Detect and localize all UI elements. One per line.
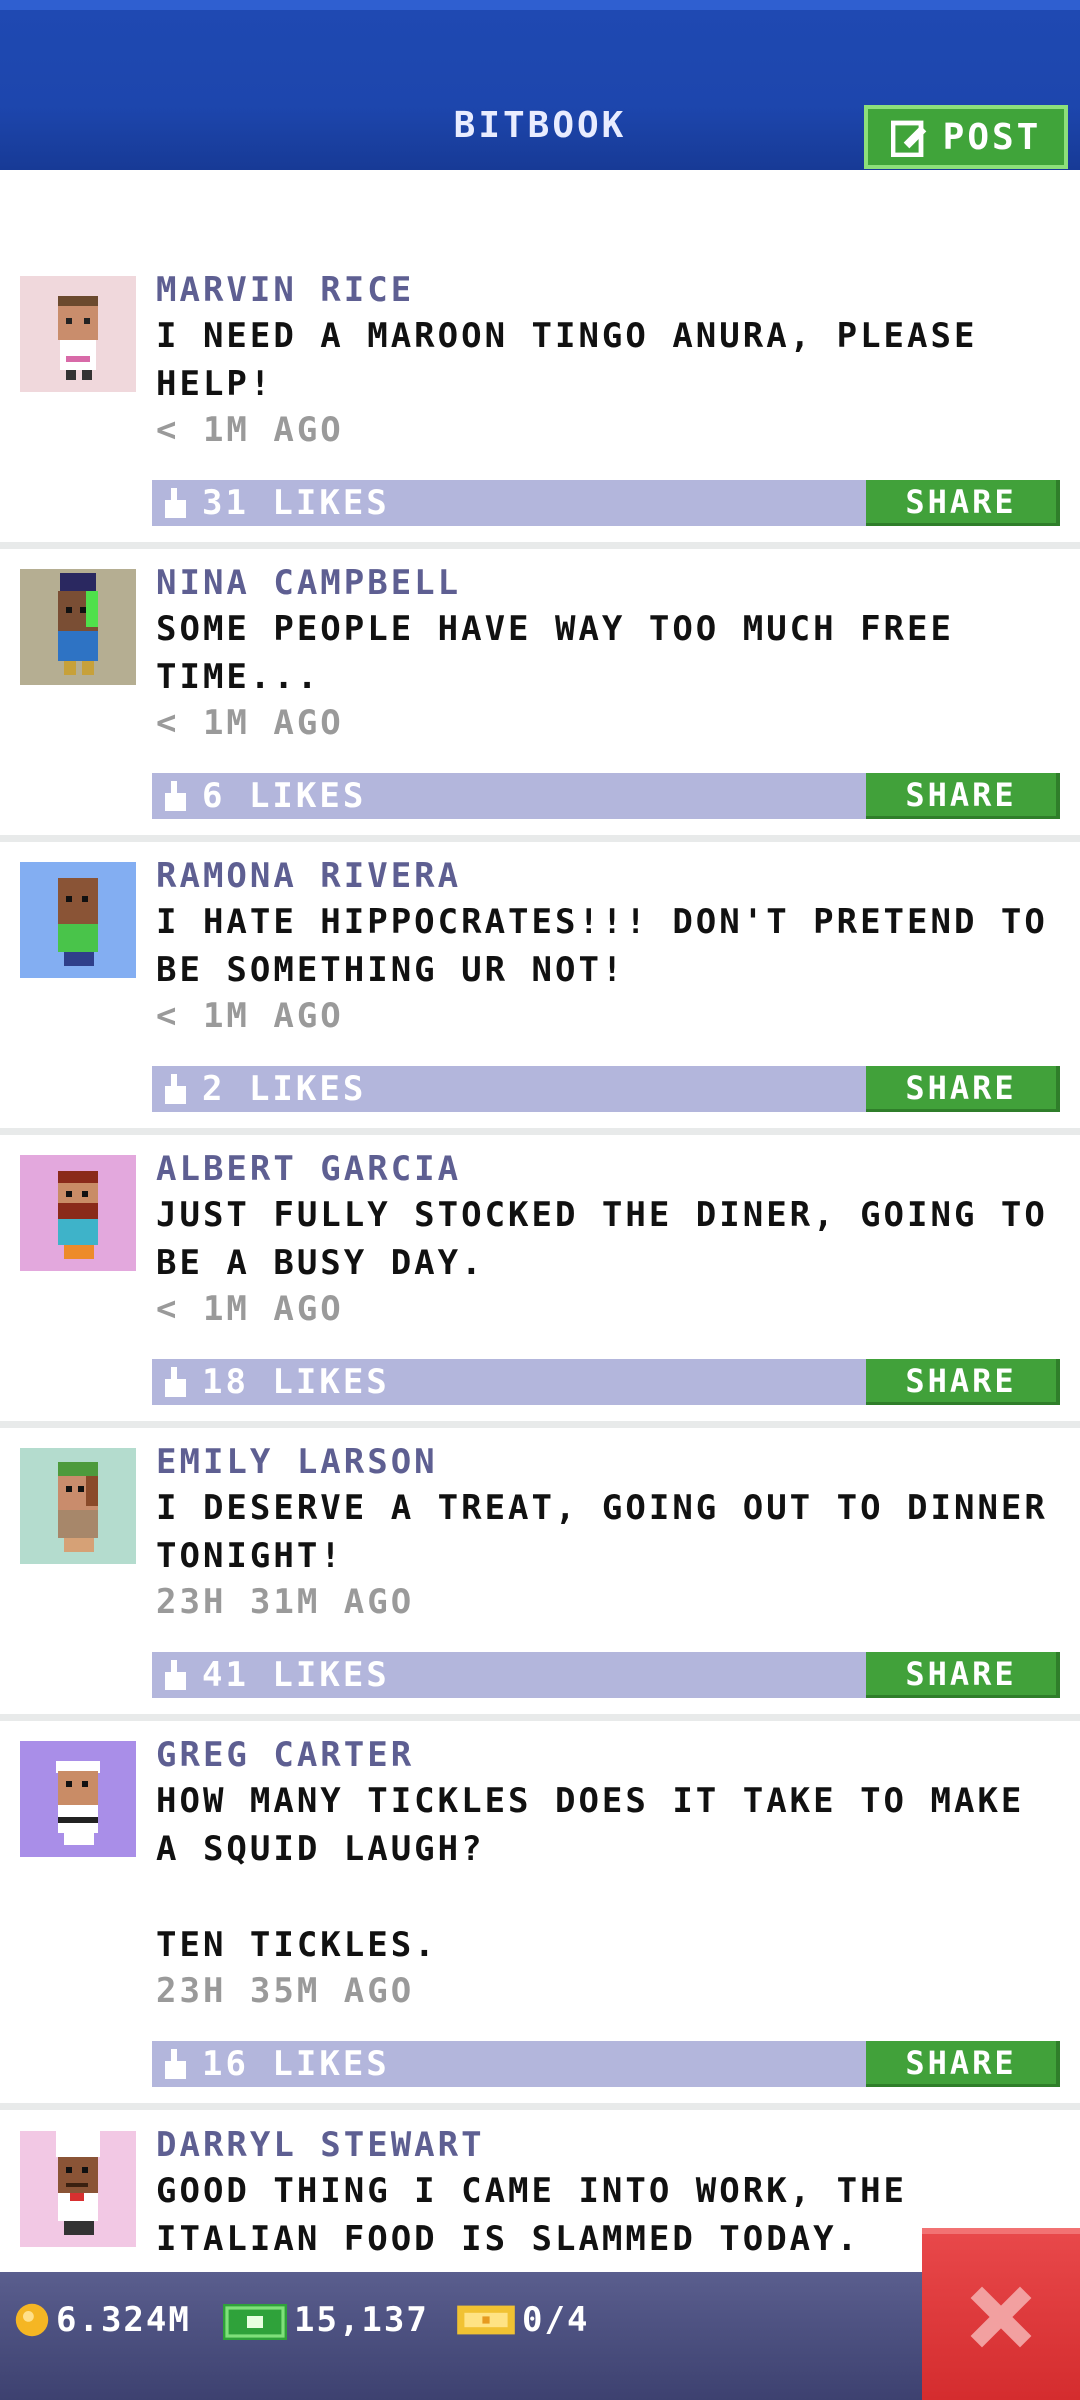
post-author[interactable]: NINA CAMPBELL <box>156 563 461 603</box>
post-text: I DESERVE A TREAT, GOING OUT TO DINNER T… <box>156 1488 1072 1576</box>
avatar[interactable] <box>20 862 136 978</box>
thumbs-up-icon <box>165 781 186 811</box>
coin-icon <box>15 2303 49 2337</box>
post-author[interactable]: DARRYL STEWART <box>156 2125 485 2165</box>
thumbs-up-icon <box>165 1074 186 1104</box>
post-text: SOME PEOPLE HAVE WAY TOO MUCH FREE TIME.… <box>156 609 978 697</box>
avatar[interactable] <box>20 276 136 392</box>
post-author[interactable]: MARVIN RICE <box>156 270 414 310</box>
bux-icon <box>223 2304 287 2340</box>
close-button[interactable] <box>922 2228 1080 2400</box>
bux-value: 15,137 <box>294 2300 429 2340</box>
post-button-label: POST <box>942 116 1042 158</box>
edit-icon <box>890 120 926 157</box>
post-time: < 1M AGO <box>156 703 344 743</box>
post-text: HOW MANY TICKLES DOES IT TAKE TO MAKE A … <box>156 1781 1025 1965</box>
thumbs-up-icon <box>165 2049 186 2079</box>
post-button[interactable]: POST <box>864 105 1068 169</box>
divider <box>0 1128 1080 1135</box>
likes-count: 18 LIKES <box>202 1362 390 1402</box>
tickets-stat: 0/4 <box>456 2300 589 2340</box>
likes-count: 41 LIKES <box>202 1655 390 1695</box>
post-time: < 1M AGO <box>156 1289 344 1329</box>
share-button[interactable]: SHARE <box>866 1359 1060 1405</box>
share-button[interactable]: SHARE <box>866 2041 1060 2087</box>
post-time: 23H 35M AGO <box>156 1971 415 2011</box>
avatar[interactable] <box>20 1741 136 1857</box>
post-author[interactable]: ALBERT GARCIA <box>156 1149 461 1189</box>
post-author[interactable]: GREG CARTER <box>156 1735 414 1775</box>
post-text: I NEED A MAROON TINGO ANURA, PLEASE HELP… <box>156 316 1001 404</box>
post-time: < 1M AGO <box>156 410 344 450</box>
feed[interactable]: MARVIN RICE I NEED A MAROON TINGO ANURA,… <box>0 170 1080 2272</box>
divider <box>0 1421 1080 1428</box>
likes-count: 16 LIKES <box>202 2044 390 2084</box>
share-button[interactable]: SHARE <box>866 773 1060 819</box>
divider <box>0 542 1080 549</box>
post-author[interactable]: EMILY LARSON <box>156 1442 438 1482</box>
likes-count: 31 LIKES <box>202 483 390 523</box>
likes-count: 2 LIKES <box>202 1069 367 1109</box>
thumbs-up-icon <box>165 1660 186 1690</box>
share-button[interactable]: SHARE <box>866 1066 1060 1112</box>
avatar[interactable] <box>20 1155 136 1271</box>
post-time: < 1M AGO <box>156 996 344 1036</box>
coins-stat: 6.324M <box>14 2300 191 2340</box>
bux-stat: 15,137 <box>222 2300 429 2340</box>
close-icon <box>970 2286 1032 2348</box>
coins-value: 6.324M <box>56 2300 191 2340</box>
thumbs-up-icon <box>165 1367 186 1397</box>
post-time: 23H 31M AGO <box>156 1582 415 1622</box>
divider <box>0 2103 1080 2110</box>
avatar[interactable] <box>20 569 136 685</box>
likes-count: 6 LIKES <box>202 776 367 816</box>
share-button[interactable]: SHARE <box>866 480 1060 526</box>
avatar[interactable] <box>20 2131 136 2247</box>
app-header: BITBOOK POST <box>0 0 1080 170</box>
tickets-value: 0/4 <box>522 2300 590 2340</box>
share-button[interactable]: SHARE <box>866 1652 1060 1698</box>
post-author[interactable]: RAMONA RIVERA <box>156 856 461 896</box>
ticket-icon <box>457 2305 515 2335</box>
post-text: I HATE HIPPOCRATES!!! DON'T PRETEND TO B… <box>156 902 1072 990</box>
avatar[interactable] <box>20 1448 136 1564</box>
status-bar: 6.324M 15,137 0/4 <box>0 2272 1080 2400</box>
post-text: JUST FULLY STOCKED THE DINER, GOING TO B… <box>156 1195 1072 1283</box>
divider <box>0 835 1080 842</box>
divider <box>0 1714 1080 1721</box>
thumbs-up-icon <box>165 488 186 518</box>
